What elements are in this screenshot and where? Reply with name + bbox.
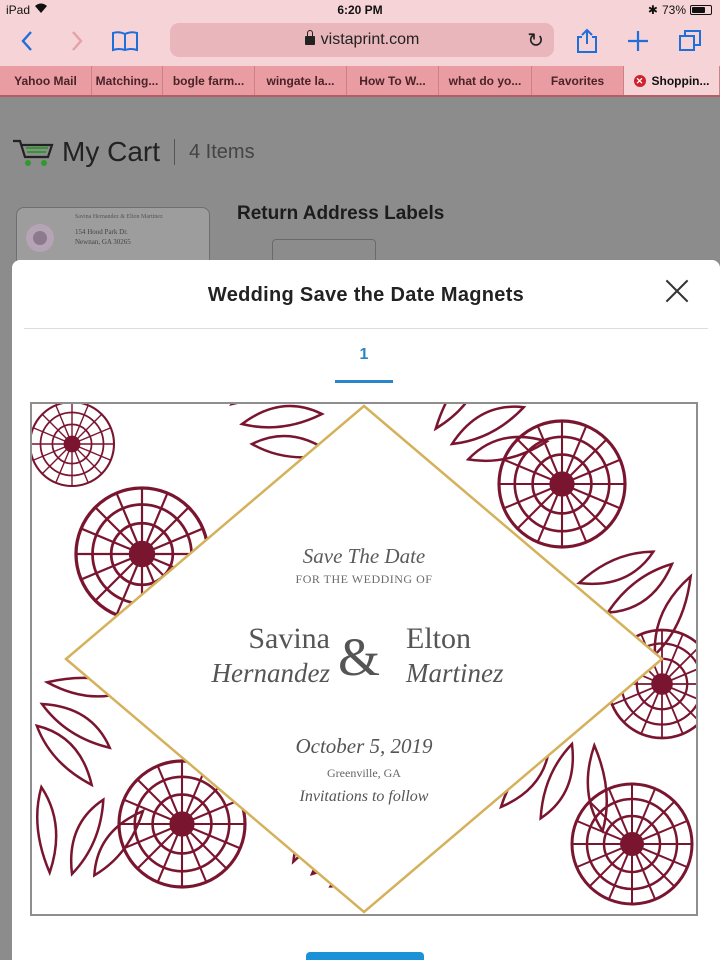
save-the-date-heading: Save The Date <box>302 544 426 568</box>
page-tab-1[interactable]: 1 <box>336 346 392 364</box>
tabs-icon[interactable] <box>673 26 707 56</box>
bookmarks-icon[interactable] <box>108 26 142 56</box>
tab-label: bogle farm... <box>172 73 245 88</box>
thumb-text-line3: Newnan, GA 30265 <box>75 238 131 246</box>
share-icon[interactable] <box>570 26 604 56</box>
flower-icon <box>26 224 54 252</box>
card-preview: Save The Date FOR THE WEDDING OF Savina … <box>30 402 698 916</box>
cart-item-count: 4 Items <box>189 140 255 163</box>
address-bar[interactable]: vistaprint.com ↻ <box>170 23 554 57</box>
tab-label: How To W... <box>359 73 426 88</box>
product-name[interactable]: Return Address Labels <box>237 203 444 225</box>
tab-yahoo-mail[interactable]: Yahoo Mail <box>0 66 92 95</box>
close-icon[interactable] <box>664 278 690 304</box>
wedding-date: October 5, 2019 <box>295 734 433 758</box>
active-tab-indicator <box>335 380 393 383</box>
tab-bogle-farm[interactable]: bogle farm... <box>163 66 255 95</box>
ampersand: & <box>338 627 381 687</box>
tab-shopping[interactable]: ✕ Shoppin... <box>624 66 720 95</box>
back-icon[interactable] <box>10 26 44 56</box>
bluetooth-icon: ✱ <box>647 3 658 17</box>
lock-icon <box>304 30 315 45</box>
tab-wingate[interactable]: wingate la... <box>255 66 347 95</box>
tab-label: what do yo... <box>448 73 522 88</box>
forward-icon[interactable] <box>60 26 94 56</box>
card-text-block: Save The Date FOR THE WEDDING OF Savina … <box>32 404 696 914</box>
tab-how-to[interactable]: How To W... <box>347 66 439 95</box>
partner1-first-name: Savina <box>248 622 330 655</box>
tab-label: wingate la... <box>266 73 335 88</box>
tab-label: Yahoo Mail <box>14 73 77 88</box>
status-bar: iPad 6:20 PM ✱ 73% <box>0 0 720 20</box>
partner2-first-name: Elton <box>406 622 471 655</box>
for-the-wedding-of: FOR THE WEDDING OF <box>295 572 433 586</box>
tab-label: Matching... <box>95 73 159 88</box>
tab-favorites[interactable]: Favorites <box>532 66 624 95</box>
preview-modal: Wedding Save the Date Magnets 1 Save The… <box>12 260 720 960</box>
browser-toolbar: vistaprint.com ↻ <box>0 20 720 66</box>
cart-title: My Cart <box>62 136 160 167</box>
close-tab-icon[interactable]: ✕ <box>633 74 646 87</box>
modal-title: Wedding Save the Date Magnets <box>207 284 525 306</box>
clock: 6:20 PM <box>337 3 383 17</box>
tab-bar: Yahoo Mail Matching... bogle farm... win… <box>0 66 720 97</box>
partner2-last-name: Martinez <box>406 658 504 688</box>
wedding-location: Greenville, GA <box>327 766 401 780</box>
divider <box>174 139 175 165</box>
modal-divider <box>24 328 708 329</box>
tab-label: Shoppin... <box>651 73 710 88</box>
tab-matching[interactable]: Matching... <box>92 66 163 95</box>
battery-icon <box>690 5 712 15</box>
reload-icon[interactable]: ↻ <box>527 28 544 53</box>
thumb-text-line1: Savina Hernandez & Elton Martinez <box>75 214 163 220</box>
thumb-text-line2: 154 Hood Park Dr. <box>75 228 128 236</box>
invitations-note: Invitations to follow <box>299 788 429 805</box>
battery-percent: 73% <box>661 3 686 17</box>
primary-action-button[interactable] <box>306 952 424 960</box>
tab-label: Favorites <box>550 73 605 88</box>
tab-what-do-you[interactable]: what do yo... <box>439 66 532 95</box>
partner1-last-name: Hernandez <box>211 658 330 688</box>
url-text: vistaprint.com <box>320 31 420 48</box>
cart-header: My Cart 4 Items <box>12 135 255 169</box>
cart-icon <box>12 135 56 169</box>
new-tab-icon[interactable] <box>621 26 655 56</box>
